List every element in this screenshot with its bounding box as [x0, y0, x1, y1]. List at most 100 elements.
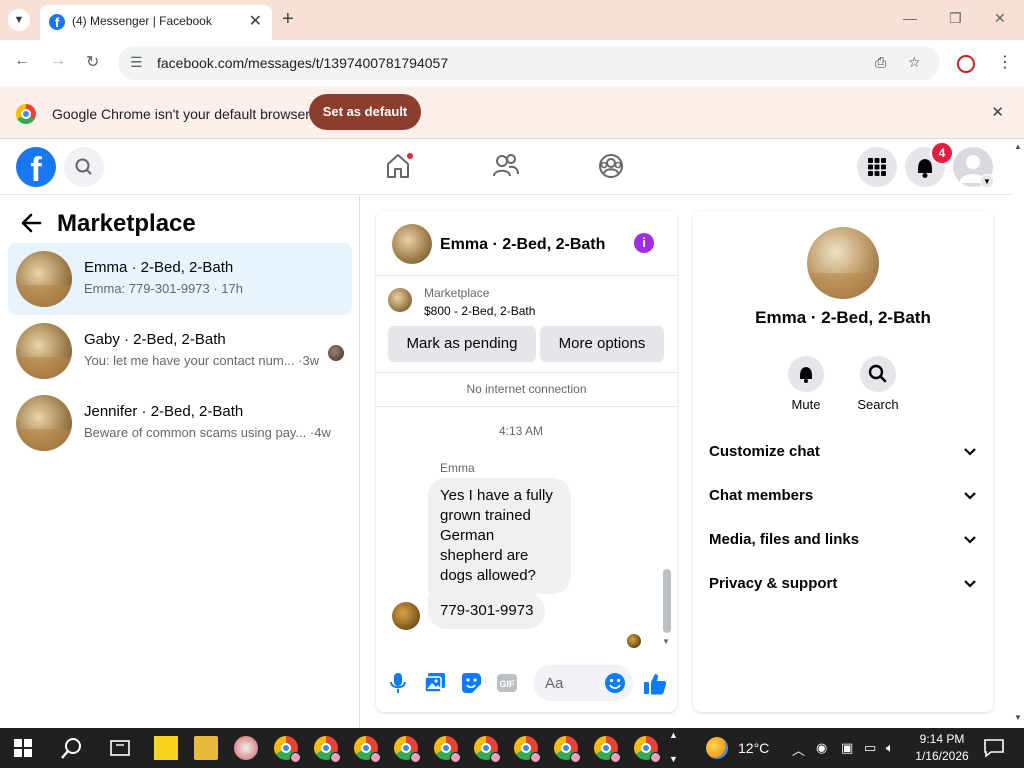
mute-button[interactable] [788, 356, 824, 392]
restore-button[interactable]: ❐ [949, 10, 962, 27]
info-icon[interactable]: i [634, 233, 654, 253]
chat-members-section[interactable]: Chat members [709, 481, 977, 513]
forward-button[interactable]: → [50, 52, 66, 70]
task-view-icon[interactable] [108, 736, 132, 760]
chevron-down-icon [964, 536, 976, 544]
back-button[interactable]: ← [14, 52, 30, 70]
set-as-default-button[interactable]: Set as default [309, 94, 421, 130]
message-bubble[interactable]: Yes I have a fully grown trained German … [428, 478, 571, 594]
page-scrollbar[interactable]: ▲ ▼ [1012, 140, 1024, 728]
bookmark-star-icon[interactable]: ☆ [908, 54, 921, 71]
media-files-links-section[interactable]: Media, files and links [709, 525, 977, 557]
close-tab-icon[interactable]: ✕ [249, 11, 262, 31]
scroll-down-arrow-icon[interactable]: ▼ [1014, 713, 1022, 722]
sender-avatar[interactable] [392, 602, 420, 630]
listing-price: $800 - 2-Bed, 2-Bath [424, 304, 536, 318]
conversation-avatar [16, 395, 72, 451]
search-in-chat-button[interactable] [860, 356, 896, 392]
site-info-icon[interactable]: ☰ [130, 54, 143, 71]
reload-button[interactable]: ↻ [86, 52, 99, 72]
chrome-taskbar-icon[interactable] [354, 736, 381, 763]
clock-date[interactable]: 1/16/2026 [912, 749, 972, 763]
notification-count-badge: 4 [930, 141, 954, 165]
divider [376, 275, 677, 276]
close-window-button[interactable]: ✕ [994, 10, 1006, 27]
chrome-taskbar-icon[interactable] [594, 736, 621, 763]
message-timestamp: 4:13 AM [498, 424, 544, 438]
minimize-button[interactable]: — [903, 10, 917, 26]
conversation-item[interactable]: Jennifer · 2-Bed, 2-Bath Beware of commo… [8, 387, 352, 459]
search-icon[interactable] [60, 736, 84, 760]
search-icon [75, 158, 92, 175]
chrome-taskbar-icon[interactable] [394, 736, 421, 763]
chat-scrollbar[interactable] [663, 569, 671, 633]
privacy-support-section[interactable]: Privacy & support [709, 569, 977, 601]
record-icon[interactable]: ◉ [816, 740, 827, 756]
chrome-taskbar-icon[interactable] [314, 736, 341, 763]
address-bar[interactable]: ☰ facebook.com/messages/t/13974007817940… [118, 46, 940, 80]
divider [376, 372, 677, 373]
chrome-taskbar-icon[interactable] [634, 736, 661, 763]
weather-icon[interactable] [706, 737, 728, 759]
menu-button[interactable] [857, 147, 897, 187]
sticky-notes-icon[interactable] [154, 736, 178, 760]
conversation-item[interactable]: Gaby · 2-Bed, 2-Bath You: let me have yo… [8, 315, 352, 387]
install-app-icon[interactable]: ⎙ [875, 54, 886, 71]
network-icon[interactable]: ▭ [864, 740, 876, 756]
profile-icon[interactable] [957, 55, 975, 73]
conversation-item[interactable]: Emma · 2-Bed, 2-Bath Emma: 779-301-9973 … [8, 243, 352, 315]
chrome-taskbar-icon[interactable] [274, 736, 301, 763]
chrome-taskbar-icon[interactable] [514, 736, 541, 763]
home-notification-dot [406, 152, 414, 160]
chrome-menu-icon[interactable]: ⋮ [997, 52, 1013, 72]
gif-icon[interactable]: GIF [496, 672, 518, 694]
bell-icon [800, 367, 812, 383]
facebook-search-button[interactable] [64, 147, 104, 187]
chevron-down-icon [964, 492, 976, 500]
taskbar-scroll-down-icon[interactable]: ▼ [669, 754, 678, 764]
section-title: Privacy & support [709, 575, 838, 592]
mark-as-pending-button[interactable]: Mark as pending [388, 326, 536, 362]
emoji-icon[interactable] [604, 672, 626, 694]
chat-title[interactable]: Emma · 2-Bed, 2-Bath [440, 236, 605, 254]
url-text[interactable]: facebook.com/messages/t/1397400781794057 [157, 55, 448, 71]
close-infobar-icon[interactable]: ✕ [991, 103, 1004, 121]
windows-taskbar: ▲ ▼ 12°C ︿ ◉ ▣ ▭ 🔈︎ 9:14 PM 1/16/2026 [0, 728, 1024, 768]
notification-center-icon[interactable] [983, 738, 1005, 758]
svg-text:GIF: GIF [500, 679, 516, 689]
section-title: Customize chat [709, 443, 820, 460]
facebook-logo-icon[interactable]: f [16, 147, 56, 187]
browser-tab[interactable]: f (4) Messenger | Facebook ✕ [40, 5, 272, 40]
volume-icon[interactable]: 🔈︎ [886, 740, 894, 756]
friends-icon[interactable] [492, 152, 520, 180]
microphone-icon[interactable] [389, 672, 407, 694]
sticker-icon[interactable] [460, 672, 482, 694]
scroll-up-arrow-icon[interactable]: ▲ [1014, 142, 1022, 151]
file-explorer-icon[interactable] [194, 736, 218, 760]
taskbar-scroll-up-icon[interactable]: ▲ [669, 730, 678, 740]
paint-icon[interactable] [234, 736, 258, 760]
account-chevron-icon[interactable]: ▼ [980, 174, 994, 188]
more-options-button[interactable]: More options [540, 326, 664, 362]
new-tab-button[interactable]: + [282, 8, 294, 31]
message-bubble[interactable]: 779-301-9973 [428, 593, 546, 629]
profile-avatar[interactable] [807, 227, 879, 299]
thumbs-up-icon[interactable] [643, 672, 667, 696]
chrome-taskbar-icon[interactable] [474, 736, 501, 763]
listing-thumbnail[interactable] [388, 288, 412, 312]
chat-header-avatar[interactable] [392, 224, 432, 264]
back-arrow-icon[interactable] [20, 210, 42, 236]
chrome-taskbar-icon[interactable] [554, 736, 581, 763]
groups-icon[interactable] [598, 152, 626, 180]
show-hidden-icons-icon[interactable]: ︿ [792, 740, 805, 759]
customize-chat-section[interactable]: Customize chat [709, 437, 977, 469]
tab-title: (4) Messenger | Facebook [72, 14, 212, 28]
temperature[interactable]: 12°C [738, 740, 769, 756]
chrome-taskbar-icon[interactable] [434, 736, 461, 763]
camera-icon[interactable]: ▣ [841, 740, 853, 756]
windows-start-icon[interactable] [14, 739, 38, 763]
scroll-down-arrow-icon[interactable]: ▼ [662, 637, 670, 646]
clock-time[interactable]: 9:14 PM [914, 732, 970, 746]
photo-attach-icon[interactable] [424, 672, 446, 694]
tab-search-button[interactable]: ▼ [8, 9, 30, 31]
